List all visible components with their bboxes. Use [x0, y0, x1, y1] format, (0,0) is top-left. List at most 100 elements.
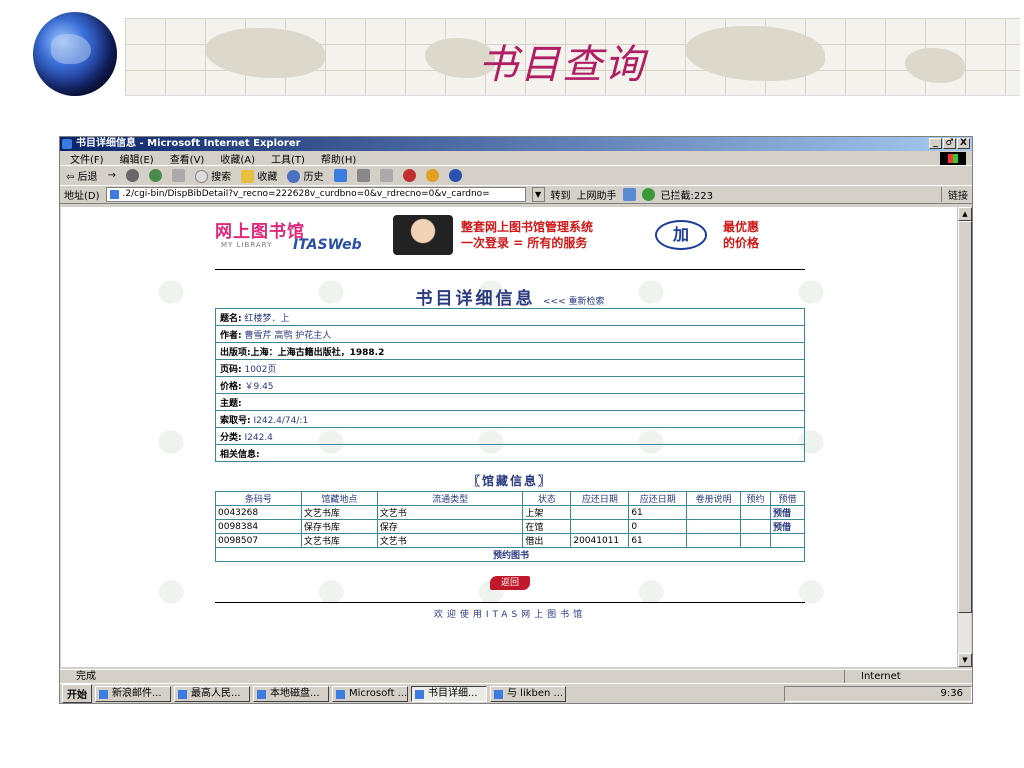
windows-logo-icon — [940, 152, 966, 165]
field-value: 1002页 — [244, 364, 277, 375]
task-button[interactable]: 本地磁盘... — [253, 685, 329, 702]
stop-icon[interactable] — [125, 169, 139, 182]
globe-icon — [33, 12, 117, 96]
assistant-mail-icon[interactable] — [622, 188, 636, 201]
column-header: 预约 — [740, 491, 771, 506]
vertical-scrollbar[interactable]: ▲ ▼ — [957, 207, 972, 667]
maximize-button[interactable]: ♂ — [943, 138, 956, 149]
mail-icon[interactable] — [333, 169, 347, 182]
window-titlebar[interactable]: 书目详细信息 - Microsoft Internet Explorer _ ♂… — [60, 137, 972, 151]
table-row: 0098507 文艺书库 文艺书 借出 20041011 61 — [215, 533, 805, 548]
circ-type-cell: 文艺书 — [376, 505, 524, 520]
column-header: 状态 — [522, 491, 572, 506]
smiley-icon[interactable] — [425, 169, 439, 182]
popup-blocked-count[interactable]: 已拦截:223 — [661, 187, 713, 202]
status-cell: 借出 — [522, 533, 572, 548]
ad-price: 最优惠 的价格 — [723, 219, 759, 251]
reserve-cell — [740, 519, 771, 534]
toolbar: ⇦ 后退 → 搜索 收藏 历史 — [60, 166, 972, 186]
ie-window: 书目详细信息 - Microsoft Internet Explorer _ ♂… — [59, 136, 973, 704]
menu-file[interactable]: 文件(F) — [70, 151, 104, 166]
library-logo[interactable]: 网上图书馆 — [215, 217, 305, 242]
task-button-active[interactable]: 书目详细... — [411, 685, 487, 702]
address-input[interactable]: .2/cgi-bin/DispBibDetail?v_recno=222628v… — [105, 187, 526, 202]
refresh-icon[interactable] — [148, 169, 162, 182]
scroll-up-icon[interactable]: ▲ — [958, 207, 972, 221]
edit-icon[interactable] — [379, 169, 393, 182]
reserve-book-link[interactable]: 预约图书 — [215, 547, 805, 562]
back-to-search-button[interactable]: 返回 — [490, 576, 530, 590]
barcode-cell: 0043268 — [215, 505, 302, 520]
task-button[interactable]: 最高人民... — [174, 685, 250, 702]
forward-arrow-icon[interactable]: → — [108, 170, 116, 181]
field-value: ￥9.45 — [244, 381, 274, 392]
table-row: 索取号: I242.4/74/:1 — [215, 410, 805, 428]
table-row: 题名: 红楼梦．上 — [215, 308, 805, 326]
volume-cell — [686, 533, 742, 548]
prebook-link[interactable]: 预借 — [770, 519, 805, 534]
scroll-down-icon[interactable]: ▼ — [958, 653, 972, 667]
taskbar: 开始 新浪邮件... 最高人民... 本地磁盘... Microsoft ...… — [60, 683, 972, 703]
home-icon[interactable] — [171, 169, 185, 182]
reserve-cell — [740, 533, 771, 548]
popup-icon[interactable] — [641, 188, 655, 201]
detail-heading: 书目详细信息 <<< 重新检索 — [215, 284, 805, 309]
system-tray: 9:36 — [784, 685, 972, 702]
column-header: 预借 — [770, 491, 805, 506]
favorites-icon — [241, 170, 255, 184]
search-label: 搜索 — [211, 171, 232, 183]
field-value: 上海：上海古籍出版社，1988.2 — [250, 347, 385, 358]
prebook-link[interactable] — [770, 533, 805, 548]
table-row: 主题: — [215, 393, 805, 411]
reserve-row: 预约图书 — [215, 547, 805, 562]
due-date-cell: 61 — [628, 505, 688, 520]
ad-badge: 加 — [655, 220, 707, 250]
holdings-table: 条码号 馆藏地点 流通类型 状态 应还日期 应还日期 卷册说明 预约 预借 00… — [215, 491, 805, 562]
table-row: 相关信息: — [215, 444, 805, 462]
go-button[interactable]: 转到 — [551, 187, 571, 202]
task-button[interactable]: 与 likben ... — [490, 685, 566, 702]
status-text: 完成 — [76, 671, 96, 682]
prebook-link[interactable]: 预借 — [770, 505, 805, 520]
menu-favorites[interactable]: 收藏(A) — [220, 151, 255, 166]
task-button[interactable]: 新浪邮件... — [95, 685, 171, 702]
table-header-row: 条码号 馆藏地点 流通类型 状态 应还日期 应还日期 卷册说明 预约 预借 — [215, 491, 805, 506]
clock[interactable]: 9:36 — [941, 688, 963, 699]
minimize-button[interactable]: _ — [929, 138, 942, 149]
due-date-cell — [570, 519, 630, 534]
field-label: 页码: — [220, 364, 242, 375]
ad-text: 整套网上图书馆管理系统 一次登录 = 所有的服务 — [461, 219, 593, 251]
table-row: 分类: I242.4 — [215, 427, 805, 445]
menu-help[interactable]: 帮助(H) — [321, 151, 356, 166]
page-title: 书目详细信息 — [415, 289, 536, 309]
history-button[interactable]: 历史 — [287, 168, 324, 184]
field-label: 题名: — [220, 313, 242, 324]
search-button[interactable]: 搜索 — [194, 168, 232, 184]
links-button[interactable]: 链接 — [941, 187, 968, 202]
menubar: 文件(F) 编辑(E) 查看(V) 收藏(A) 工具(T) 帮助(H) — [60, 151, 972, 166]
reserve-cell — [740, 505, 771, 520]
messenger-icon[interactable] — [402, 169, 416, 182]
start-button[interactable]: 开始 — [62, 684, 92, 703]
menu-edit[interactable]: 编辑(E) — [120, 151, 154, 166]
column-header: 馆藏地点 — [300, 491, 378, 506]
ad-line-2: 一次登录 = 所有的服务 — [461, 236, 588, 250]
menu-tools[interactable]: 工具(T) — [271, 151, 305, 166]
task-button[interactable]: Microsoft ... — [332, 685, 408, 702]
back-button[interactable]: ⇦ 后退 — [66, 168, 98, 183]
location-cell: 文艺书库 — [300, 505, 378, 520]
close-button[interactable]: X — [957, 138, 970, 149]
favorites-button[interactable]: 收藏 — [241, 168, 277, 184]
table-row: 页码: 1002页 — [215, 359, 805, 377]
address-dropdown-icon[interactable]: ▼ — [531, 187, 545, 202]
field-label: 出版项: — [220, 347, 251, 358]
browser-viewport: 网上图书馆 MY LIBRARY ITASWeb 整套网上图书馆管理系统 一次登… — [61, 207, 958, 667]
menu-view[interactable]: 查看(V) — [170, 151, 205, 166]
research-link[interactable]: <<< 重新检索 — [543, 297, 604, 307]
print-icon[interactable] — [356, 169, 370, 182]
circ-type-cell: 文艺书 — [376, 533, 524, 548]
assistant-button[interactable]: 上网助手 — [577, 187, 617, 202]
scroll-thumb[interactable] — [958, 221, 972, 613]
discuss-icon[interactable] — [448, 169, 462, 182]
circ-type-cell: 保存 — [376, 519, 524, 534]
